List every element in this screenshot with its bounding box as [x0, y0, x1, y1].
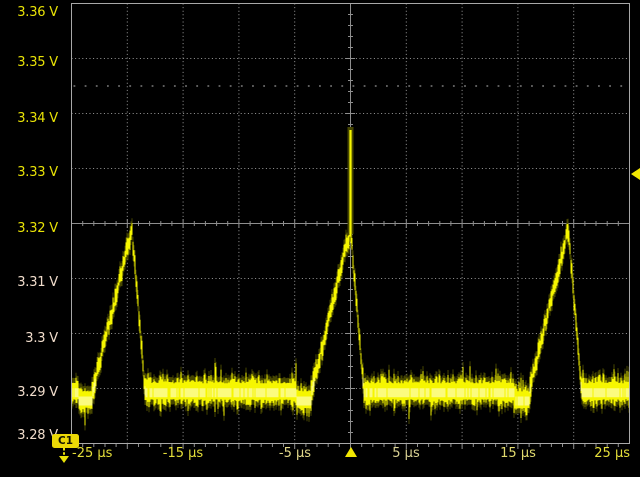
trigger-position-marker-icon[interactable]: [345, 447, 357, 457]
y-axis-label: 3.33 V: [0, 164, 58, 182]
x-axis-label: 25 µs: [568, 446, 630, 462]
channel-badge-c1[interactable]: C1: [52, 434, 79, 448]
y-axis-label: 3.29 V: [0, 384, 58, 402]
trigger-level-marker-icon[interactable]: [631, 168, 640, 180]
y-axis-label: 3.34 V: [0, 110, 58, 128]
y-axis-label: 3.36 V: [0, 4, 58, 22]
y-axis-label: 3.31 V: [0, 274, 58, 292]
oscilloscope-screen: 3.36 V 3.35 V 3.34 V 3.33 V 3.32 V 3.31 V 3.3 …: [0, 0, 640, 477]
y-axis-label: 3.35 V: [0, 54, 58, 72]
waveform-plot[interactable]: [0, 0, 640, 477]
x-axis-label: 5 µs: [375, 446, 437, 462]
x-axis-label: 15 µs: [487, 446, 549, 462]
x-axis-label: -5 µs: [264, 446, 326, 462]
y-axis-label: 3.3 V: [0, 330, 58, 348]
y-axis-label: 3.32 V: [0, 220, 58, 238]
channel-offset-arrow-icon[interactable]: [58, 448, 70, 464]
x-axis-label: -15 µs: [152, 446, 214, 462]
x-axis-label: -25 µs: [72, 446, 134, 462]
y-axis-label: 3.28 V: [0, 427, 58, 445]
